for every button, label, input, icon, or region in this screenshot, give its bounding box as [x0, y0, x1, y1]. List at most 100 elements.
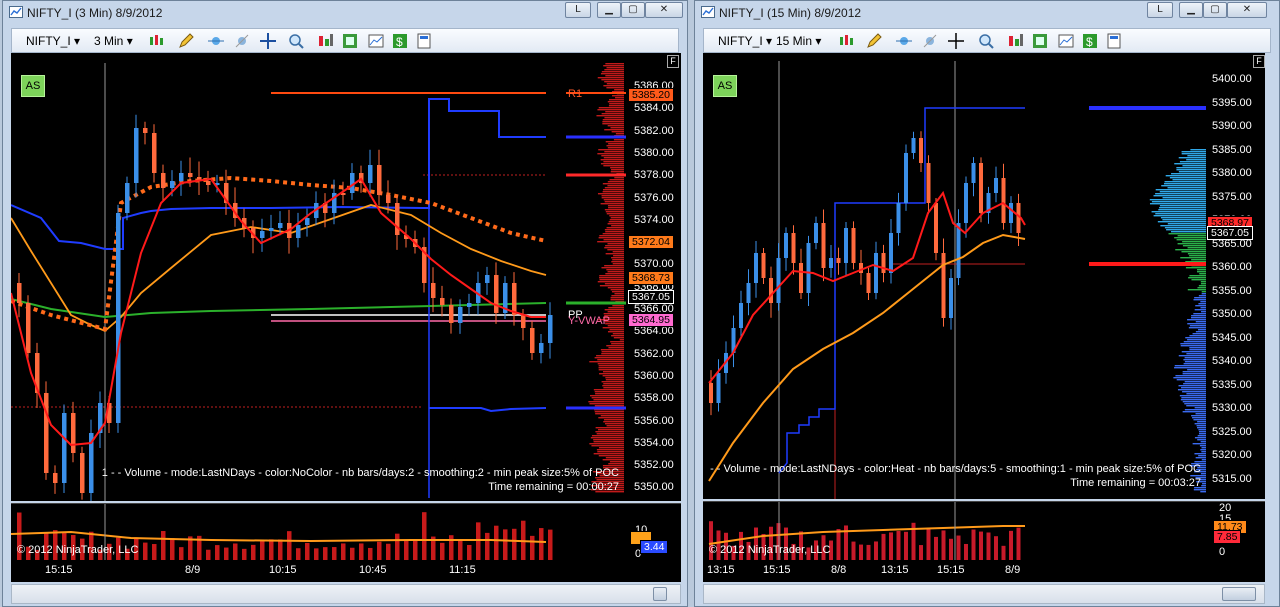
- crosshair-mode-button[interactable]: [260, 33, 276, 49]
- remove-drawing-button[interactable]: [922, 33, 938, 49]
- instrument-selector[interactable]: NIFTY_I ▾: [718, 33, 772, 49]
- chart-properties-button[interactable]: [1058, 33, 1074, 49]
- chart-window-3min[interactable]: NIFTY_I (3 Min) 8/9/2012 L ▁ ▢ ✕ NIFTY_I…: [2, 0, 688, 607]
- volume-bar: [395, 533, 400, 560]
- strategies-button[interactable]: [342, 33, 358, 49]
- volume-panel[interactable]: 10 5 0 3.44 © 2012 NinjaTrader, LLC: [11, 503, 681, 560]
- maximize-button[interactable]: ▢: [1203, 2, 1227, 18]
- dollar-button[interactable]: $: [392, 33, 408, 49]
- f-badge[interactable]: F: [667, 55, 679, 68]
- minimize-button[interactable]: ▁: [597, 2, 621, 18]
- candle-body: [458, 307, 463, 323]
- volume-profile-bar: [607, 185, 624, 187]
- link-button[interactable]: L: [565, 2, 591, 18]
- volume-profile-bar: [600, 163, 624, 165]
- volume-profile-bar: [605, 231, 624, 233]
- volume-profile-bar: [602, 183, 624, 185]
- link-button[interactable]: L: [1147, 2, 1173, 18]
- chart-window-15min[interactable]: NIFTY_I (15 Min) 8/9/2012 L ▁ ▢ ✕ NIFTY_…: [694, 0, 1280, 607]
- close-button[interactable]: ✕: [645, 2, 683, 18]
- volume-profile-bar: [611, 291, 624, 293]
- price-panel[interactable]: AS F 5400.00 5395.00 5390.00 5385.00 5380.00…: [703, 53, 1265, 499]
- title-bar[interactable]: NIFTY_I (15 Min) 8/9/2012 L ▁ ▢ ✕: [695, 1, 1279, 25]
- drawing-tools-button[interactable]: [178, 33, 194, 49]
- volume-profile-bar: [611, 335, 624, 337]
- candle-body: [161, 173, 166, 188]
- close-button[interactable]: ✕: [1227, 2, 1267, 18]
- crosshair-mode-button[interactable]: [948, 33, 964, 49]
- volume-profile-bar: [606, 227, 624, 229]
- blue-band-lower: [429, 407, 547, 413]
- volume-profile-bar: [1181, 397, 1206, 399]
- interval-selector[interactable]: 3 Min ▾: [94, 33, 133, 49]
- indicators-button[interactable]: [1008, 33, 1024, 49]
- scrollbar-thumb[interactable]: [1222, 587, 1256, 601]
- volume-profile-bar: [589, 403, 624, 405]
- volume-profile-bar: [1183, 383, 1206, 385]
- drawing-tools-button[interactable]: [866, 33, 882, 49]
- volume-profile-bar: [607, 205, 624, 207]
- volume-bar: [287, 531, 292, 560]
- chevron-down-icon: ▾: [74, 34, 81, 48]
- auto-scale-badge[interactable]: AS: [21, 75, 45, 97]
- volume-bar: [377, 541, 382, 560]
- volume-profile-bar: [600, 159, 624, 161]
- maximize-button[interactable]: ▢: [621, 2, 645, 18]
- zoom-button[interactable]: [978, 33, 994, 49]
- zoom-button[interactable]: [288, 33, 304, 49]
- volume-profile-bar: [1174, 367, 1206, 369]
- volume-profile-bar: [600, 349, 624, 351]
- time-axis[interactable]: 15:15 8/9 10:15 10:45 11:15: [11, 560, 681, 582]
- f-badge[interactable]: F: [1253, 55, 1265, 68]
- auto-scale-badge[interactable]: AS: [713, 75, 737, 97]
- interval-selector[interactable]: 15 Min ▾: [776, 33, 821, 49]
- remove-drawing-button[interactable]: [234, 33, 250, 49]
- volume-profile-bar: [598, 149, 624, 151]
- volume-profile-bar: [1194, 309, 1206, 311]
- volume-profile-bar: [608, 143, 624, 145]
- title-bar[interactable]: NIFTY_I (3 Min) 8/9/2012 L ▁ ▢ ✕: [3, 1, 687, 25]
- volume-profile-bar: [1187, 247, 1206, 249]
- minimize-button[interactable]: ▁: [1179, 2, 1203, 18]
- volume-profile-bar: [605, 63, 624, 65]
- dollar-button[interactable]: $: [1082, 33, 1098, 49]
- volume-profile-bar: [599, 285, 624, 287]
- strategies-button[interactable]: [1032, 33, 1048, 49]
- price-tick: 5374.00: [634, 213, 674, 226]
- volume-profile-bar: [607, 331, 624, 333]
- volume-profile-bar: [1197, 269, 1206, 271]
- volume-panel[interactable]: 20 15 10 5 0 11.73 7.85 © 2012 NinjaTrad…: [703, 501, 1265, 560]
- scrollbar-thumb[interactable]: [653, 587, 667, 601]
- volume-profile-bar: [1200, 491, 1206, 493]
- data-box-button[interactable]: [416, 33, 432, 49]
- volume-bar: [179, 547, 184, 560]
- volume-bar: [994, 536, 998, 560]
- volume-profile-bar: [1173, 377, 1206, 379]
- volume-profile-bar: [1178, 157, 1206, 159]
- candle-body: [53, 473, 58, 483]
- crosshair-button[interactable]: [896, 33, 912, 49]
- volume-profile-bar: [1189, 255, 1206, 257]
- price-panel[interactable]: AS F 5386.00 5384.00 5382.00 5380.00 5378.00…: [11, 53, 681, 501]
- bar-style-button[interactable]: [148, 33, 164, 49]
- volume-profile-bar: [604, 151, 624, 153]
- volume-bar: [904, 531, 908, 560]
- crosshair-button[interactable]: [208, 33, 224, 49]
- horizontal-scrollbar[interactable]: [703, 584, 1265, 604]
- volume-bar: [413, 539, 418, 560]
- bar-style-button[interactable]: [838, 33, 854, 49]
- indicators-button[interactable]: [318, 33, 334, 49]
- volume-profile-bar: [1189, 349, 1206, 351]
- volume-profile-bar: [1192, 417, 1206, 419]
- candle-body: [739, 303, 743, 328]
- volume-profile-bar: [1161, 185, 1206, 187]
- chart-properties-button[interactable]: [368, 33, 384, 49]
- volume-profile-bar: [1181, 387, 1206, 389]
- horizontal-scrollbar[interactable]: [11, 584, 681, 604]
- volume-profile-bar: [602, 385, 624, 387]
- data-box-button[interactable]: [1106, 33, 1122, 49]
- instrument-selector[interactable]: NIFTY_I ▾: [26, 33, 80, 49]
- time-axis[interactable]: 13:15 15:15 8/8 13:15 15:15 8/9: [703, 560, 1265, 582]
- volume-bar: [548, 529, 553, 560]
- magnifier-icon: [289, 34, 304, 49]
